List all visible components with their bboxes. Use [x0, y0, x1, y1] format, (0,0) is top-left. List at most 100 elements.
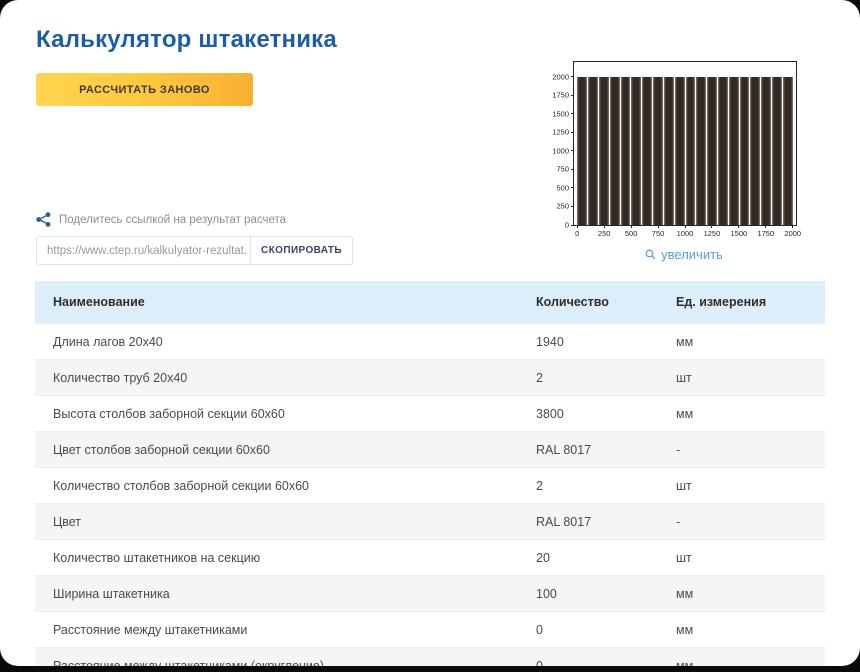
copy-url-button[interactable]: СКОПИРОВАТЬ — [251, 237, 352, 264]
row-name-cell: Количество труб 20x40 — [35, 371, 536, 385]
table-row: Количество штакетников на секцию20шт — [35, 539, 825, 575]
row-name-cell: Цвет столбов заборной секции 60x60 — [35, 443, 536, 457]
y-tick-label: 1500 — [552, 109, 569, 118]
row-name-cell: Высота столбов заборной секции 60x60 — [35, 407, 536, 421]
table-header-row: Наименование Количество Ед. измерения — [35, 281, 825, 323]
row-quantity-cell: 1940 — [536, 335, 676, 349]
chart-zoom-label: увеличить — [661, 247, 723, 262]
y-tick-label: 1000 — [552, 146, 569, 155]
y-tick-mark — [571, 95, 574, 96]
row-name-cell: Расстояние между штакетниками (округлени… — [35, 659, 536, 667]
y-tick-label: 500 — [556, 183, 569, 192]
row-unit-cell: шт — [676, 551, 825, 565]
fence-preview-widget: 0250500750100012501500175020000250500750… — [545, 55, 825, 270]
y-tick-mark — [571, 187, 574, 188]
x-tick-label: 1750 — [757, 229, 774, 238]
table-row: ЦветRAL 8017- — [35, 503, 825, 539]
header-name: Наименование — [35, 295, 536, 309]
table-row: Длина лагов 20x401940мм — [35, 323, 825, 359]
picket-bar — [588, 77, 598, 225]
x-tick-mark — [658, 225, 659, 228]
row-quantity-cell: RAL 8017 — [536, 515, 676, 529]
picket-bar — [664, 77, 674, 225]
x-tick-label: 1500 — [731, 229, 748, 238]
share-icon — [36, 212, 51, 227]
picket-bar — [675, 77, 685, 225]
row-name-cell: Ширина штакетника — [35, 587, 536, 601]
table-row: Цвет столбов заборной секции 60x60RAL 80… — [35, 431, 825, 467]
picket-bar — [599, 77, 609, 225]
row-unit-cell: шт — [676, 479, 825, 493]
y-tick-mark — [571, 76, 574, 77]
x-tick-mark — [577, 225, 578, 228]
x-tick-mark — [631, 225, 632, 228]
row-quantity-cell: 0 — [536, 659, 676, 667]
fence-preview-chart: 0250500750100012501500175020000250500750… — [573, 61, 797, 226]
table-body: Длина лагов 20x401940ммКоличество труб 2… — [35, 323, 825, 666]
x-tick-mark — [738, 225, 739, 228]
row-name-cell: Количество столбов заборной секции 60x60 — [35, 479, 536, 493]
chart-zoom-link[interactable]: увеличить — [573, 247, 795, 262]
x-tick-label: 1250 — [704, 229, 721, 238]
recalculate-button[interactable]: РАССЧИТАТЬ ЗАНОВО — [36, 73, 253, 106]
x-tick-mark — [685, 225, 686, 228]
row-quantity-cell: 20 — [536, 551, 676, 565]
row-quantity-cell: 0 — [536, 623, 676, 637]
picket-bar — [696, 77, 706, 225]
y-tick-mark — [571, 169, 574, 170]
picket-bar — [729, 77, 739, 225]
y-tick-mark — [571, 206, 574, 207]
x-tick-mark — [711, 225, 712, 228]
table-row: Высота столбов заборной секции 60x603800… — [35, 395, 825, 431]
share-label: Поделитесь ссылкой на результат расчета — [59, 214, 286, 226]
picket-bar — [740, 77, 750, 225]
x-tick-label: 0 — [575, 229, 579, 238]
row-unit-cell: - — [676, 443, 825, 457]
header-units: Ед. измерения — [676, 295, 825, 309]
row-unit-cell: - — [676, 515, 825, 529]
share-url-input[interactable] — [37, 237, 250, 264]
header-quantity: Количество — [536, 295, 676, 309]
x-tick-label: 500 — [625, 229, 638, 238]
picket-bars — [577, 77, 793, 225]
table-row: Количество труб 20x402шт — [35, 359, 825, 395]
row-unit-cell: мм — [676, 587, 825, 601]
picket-bar — [577, 77, 587, 225]
x-tick-mark — [765, 225, 766, 228]
row-name-cell: Расстояние между штакетниками — [35, 623, 536, 637]
row-quantity-cell: 2 — [536, 479, 676, 493]
y-tick-mark — [571, 113, 574, 114]
row-quantity-cell: 3800 — [536, 407, 676, 421]
row-unit-cell: мм — [676, 407, 825, 421]
x-tick-label: 1000 — [677, 229, 694, 238]
share-url-box: СКОПИРОВАТЬ — [36, 236, 353, 265]
x-tick-label: 250 — [598, 229, 611, 238]
results-table: Наименование Количество Ед. измерения Дл… — [35, 281, 825, 666]
row-name-cell: Количество штакетников на секцию — [35, 551, 536, 565]
picket-bar — [772, 77, 782, 225]
x-tick-mark — [604, 225, 605, 228]
picket-bar — [707, 77, 717, 225]
row-name-cell: Цвет — [35, 515, 536, 529]
row-quantity-cell: 100 — [536, 587, 676, 601]
y-tick-label: 1750 — [552, 91, 569, 100]
row-unit-cell: шт — [676, 371, 825, 385]
y-tick-mark — [571, 132, 574, 133]
row-quantity-cell: 2 — [536, 371, 676, 385]
calculator-page: Калькулятор штакетника РАССЧИТАТЬ ЗАНОВО… — [0, 0, 860, 666]
picket-bar — [718, 77, 728, 225]
row-name-cell: Длина лагов 20x40 — [35, 335, 536, 349]
picket-bar — [610, 77, 620, 225]
table-row: Расстояние между штакетниками0мм — [35, 611, 825, 647]
y-tick-label: 2000 — [552, 72, 569, 81]
picket-bar — [631, 77, 641, 225]
x-tick-label: 750 — [652, 229, 665, 238]
y-tick-label: 250 — [556, 202, 569, 211]
picket-bar — [621, 77, 631, 225]
x-tick-mark — [792, 225, 793, 228]
picket-bar — [686, 77, 696, 225]
row-unit-cell: мм — [676, 335, 825, 349]
y-tick-mark — [571, 225, 574, 226]
picket-bar — [783, 77, 793, 225]
y-tick-mark — [571, 150, 574, 151]
